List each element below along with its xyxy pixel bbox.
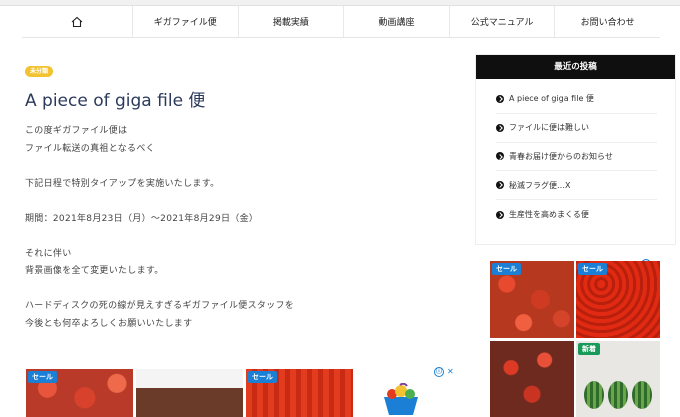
chevron-right-icon — [496, 210, 504, 219]
recent-post-link[interactable]: 青春お届け便からのお知らせ — [496, 143, 657, 172]
watermelon-image — [632, 381, 652, 409]
chevron-right-icon — [496, 181, 504, 190]
recent-post-label: A piece of giga file 便 — [509, 94, 594, 104]
body-line: ファイル転送の真祖となるべく — [25, 143, 155, 154]
body-line: 期間：2021年8月23日（月）～2021年8月29日（金） — [25, 213, 259, 224]
post-title: A piece of giga file 便 — [25, 91, 206, 111]
recent-posts-widget: 最近の投稿 A piece of giga file 便 ファイルに便は難しい … — [475, 54, 676, 245]
nav-results[interactable]: 掲載実績 — [237, 6, 344, 37]
watermelon-image — [608, 381, 628, 409]
post-body: この度ギガファイル便は ファイル転送の真祖となるべく 下記日程で特別タイアップを… — [25, 123, 445, 351]
chevron-right-icon — [496, 94, 504, 103]
nav-home[interactable] — [22, 6, 132, 37]
ad-logo-icon[interactable] — [378, 383, 424, 417]
ad-tile[interactable]: 新着 — [576, 341, 660, 417]
body-line: 今後とも何卒よろしくお願いいたします — [25, 318, 193, 329]
recent-post-link[interactable]: 秘滅フラグ便…X — [496, 171, 657, 201]
sale-label: セール — [578, 263, 607, 275]
recent-post-link[interactable]: A piece of giga file 便 — [496, 85, 657, 114]
nav-gigafile[interactable]: ギガファイル便 — [132, 6, 238, 37]
ad-tile[interactable]: セール — [246, 369, 353, 417]
paragraph: 下記日程で特別タイアップを実施いたします。 — [25, 176, 445, 194]
paragraph: それに伴い 背景画像を全て変更いたします。 — [25, 246, 445, 281]
main-nav: ギガファイル便 掲載実績 動画講座 公式マニュアル お問い合わせ — [22, 6, 660, 38]
paragraph: 期間：2021年8月23日（月）～2021年8月29日（金） — [25, 211, 445, 229]
nav-video-course[interactable]: 動画講座 — [343, 6, 449, 37]
body-line: それに伴い — [25, 248, 72, 259]
new-label: 新着 — [578, 343, 600, 355]
chevron-right-icon — [496, 123, 504, 132]
nav-manual[interactable]: 公式マニュアル — [448, 6, 555, 37]
paragraph: この度ギガファイル便は ファイル転送の真祖となるべく — [25, 123, 445, 158]
recent-post-label: 青春お届け便からのお知らせ — [509, 151, 613, 161]
body-line: 背景画像を全て変更いたします。 — [25, 266, 164, 276]
paragraph: ハードディスクの死の線が見えすぎるギガファイル便スタッフを 今後とも何卒よろしく… — [25, 298, 445, 333]
home-icon — [71, 16, 83, 27]
ad-close-icon[interactable]: ✕ — [447, 367, 454, 376]
ad-tile[interactable]: セール — [26, 369, 133, 417]
watermelon-image — [584, 381, 604, 409]
sale-label: セール — [28, 371, 57, 383]
recent-post-link[interactable]: 生産性を高めまくる便 — [496, 200, 657, 229]
recent-post-label: ファイルに便は難しい — [509, 123, 589, 133]
ad-tile[interactable] — [490, 341, 574, 417]
recent-post-link[interactable]: ファイルに便は難しい — [496, 114, 657, 143]
body-line: 下記日程で特別タイアップを実施いたします。 — [25, 178, 220, 189]
body-line: この度ギガファイル便は — [25, 126, 128, 136]
ad-tile[interactable]: セール — [576, 261, 660, 338]
category-badge[interactable]: 未分類 — [25, 66, 54, 77]
recent-posts-title: 最近の投稿 — [476, 55, 675, 79]
recent-post-label: 秘滅フラグ便…X — [509, 180, 571, 190]
body-line: ハードディスクの死の線が見えすぎるギガファイル便スタッフを — [25, 301, 295, 311]
sale-label: セール — [248, 371, 277, 383]
recent-post-label: 生産性を高めまくる便 — [509, 210, 589, 220]
ad-tile[interactable]: セール — [490, 261, 574, 338]
ad-info-icon[interactable]: ⓘ — [434, 367, 444, 377]
nav-contact[interactable]: お問い合わせ — [554, 6, 660, 37]
sale-label: セール — [492, 263, 521, 275]
recent-posts-list: A piece of giga file 便 ファイルに便は難しい 青春お届け便… — [476, 79, 675, 229]
chevron-right-icon — [496, 152, 504, 161]
ad-tile[interactable] — [136, 369, 243, 417]
